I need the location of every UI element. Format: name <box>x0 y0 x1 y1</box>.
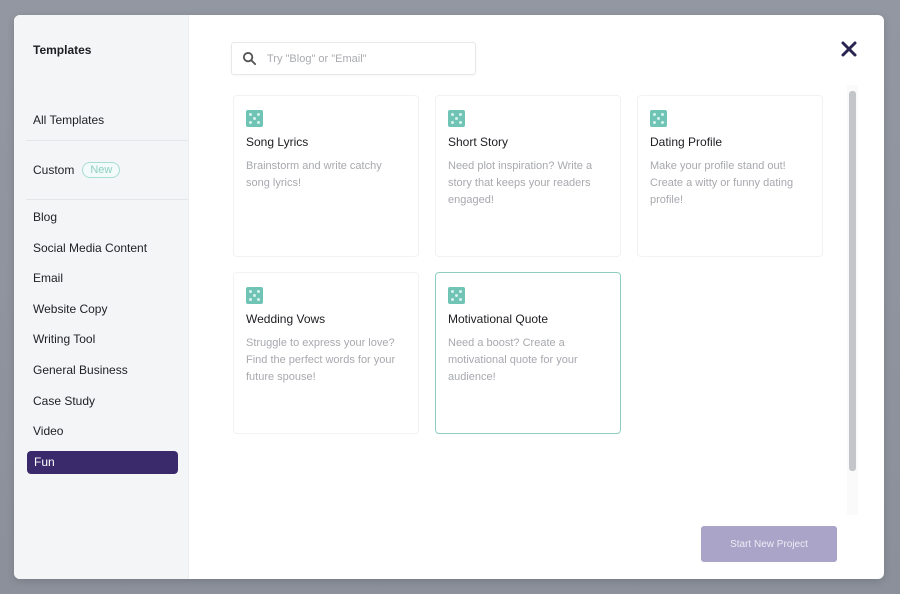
sidebar-item-video[interactable]: Video <box>14 416 188 447</box>
template-card-wedding-vows[interactable]: Wedding Vows Struggle to express your lo… <box>233 272 419 434</box>
new-badge: New <box>82 162 121 178</box>
sidebar-item-custom[interactable]: Custom New <box>14 141 188 199</box>
template-description: Need plot inspiration? Write a story tha… <box>448 160 593 206</box>
template-card-song-lyrics[interactable]: Song Lyrics Brainstorm and write catchy … <box>233 95 419 257</box>
sidebar: Templates All Templates Custom New Blog … <box>14 15 189 579</box>
close-icon[interactable] <box>840 40 858 58</box>
search-input[interactable] <box>267 52 457 65</box>
sidebar-item-general-business[interactable]: General Business <box>14 355 188 386</box>
template-description: Need a boost? Create a motivational quot… <box>448 337 578 383</box>
template-title: Motivational Quote <box>448 312 549 326</box>
template-title: Short Story <box>448 135 509 149</box>
template-description: Make your profile stand out! Create a wi… <box>650 160 794 206</box>
template-card-short-story[interactable]: Short Story Need plot inspiration? Write… <box>435 95 621 257</box>
main-panel: Song Lyrics Brainstorm and write catchy … <box>189 15 884 579</box>
dice-icon <box>246 287 263 304</box>
sidebar-item-blog[interactable]: Blog <box>14 202 188 233</box>
sidebar-item-all-templates[interactable]: All Templates <box>14 100 188 140</box>
start-new-project-button[interactable]: Start New Project <box>701 526 837 562</box>
template-title: Song Lyrics <box>246 135 309 149</box>
sidebar-item-email[interactable]: Email <box>14 263 188 294</box>
category-list: Blog Social Media Content Email Website … <box>14 200 188 474</box>
scrollbar-thumb[interactable] <box>849 91 856 471</box>
template-card-motivational-quote[interactable]: Motivational Quote Need a boost? Create … <box>435 272 621 434</box>
dice-icon <box>650 110 667 127</box>
search-box[interactable] <box>231 42 476 75</box>
sidebar-title: Templates <box>33 43 92 57</box>
dice-icon <box>246 110 263 127</box>
sidebar-item-social-media-content[interactable]: Social Media Content <box>14 233 188 264</box>
dice-icon <box>448 110 465 127</box>
sidebar-item-label: Custom <box>33 163 75 177</box>
dice-icon <box>448 287 465 304</box>
search-icon <box>242 51 257 66</box>
sidebar-item-fun[interactable]: Fun <box>27 450 178 474</box>
templates-modal: Templates All Templates Custom New Blog … <box>14 15 884 579</box>
sidebar-item-writing-tool[interactable]: Writing Tool <box>14 324 188 355</box>
sidebar-item-case-study[interactable]: Case Study <box>14 386 188 417</box>
template-title: Wedding Vows <box>246 312 326 326</box>
sidebar-item-website-copy[interactable]: Website Copy <box>14 294 188 325</box>
template-title: Dating Profile <box>650 135 723 149</box>
template-description: Struggle to express your love? Find the … <box>246 337 396 383</box>
template-card-dating-profile[interactable]: Dating Profile Make your profile stand o… <box>637 95 823 257</box>
template-description: Brainstorm and write catchy song lyrics! <box>246 160 382 189</box>
